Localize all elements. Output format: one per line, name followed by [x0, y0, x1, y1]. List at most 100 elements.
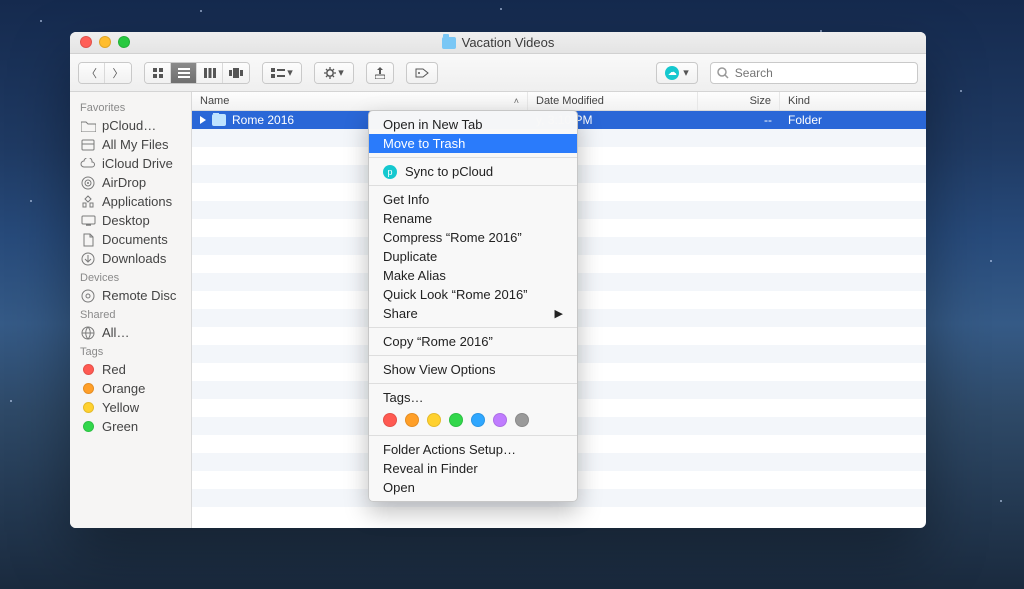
context-menu-item[interactable]: Open in New Tab [369, 115, 577, 134]
sidebar-item[interactable]: Remote Disc [70, 286, 191, 305]
pcloud-toolbar-button[interactable]: ☁ ▾ [656, 62, 698, 84]
context-menu-label: Open in New Tab [383, 117, 483, 132]
sidebar-item[interactable]: All My Files [70, 135, 191, 154]
context-menu-label: Rename [383, 211, 432, 226]
icon-view-icon [152, 67, 164, 79]
column-header-kind[interactable]: Kind [780, 92, 926, 110]
sidebar-item-label: Orange [102, 381, 145, 396]
sidebar-item[interactable]: pCloud… [70, 116, 191, 135]
context-menu-label: Duplicate [383, 249, 437, 264]
disclosure-triangle-icon[interactable] [200, 116, 206, 124]
arrange-icon [271, 68, 285, 78]
sort-ascending-icon: ˄ [514, 96, 519, 106]
sidebar-section-header: Favorites [70, 98, 191, 116]
pcloud-icon: ☁ [665, 66, 679, 80]
search-field[interactable] [710, 62, 918, 84]
sidebar-item-label: Remote Disc [102, 288, 176, 303]
context-menu-item[interactable]: Rename [369, 209, 577, 228]
coverflow-view-icon [229, 68, 243, 78]
column-view-icon [204, 68, 216, 78]
forward-button[interactable]: 〉 [105, 63, 131, 83]
allfiles-icon [80, 138, 96, 152]
column-header-date[interactable]: Date Modified [528, 92, 698, 110]
view-coverflow-button[interactable] [223, 63, 249, 83]
tag-color-swatch[interactable] [493, 413, 507, 427]
chevron-down-icon: ▾ [683, 66, 689, 79]
sidebar-item-label: pCloud… [102, 118, 156, 133]
tag-icon [415, 68, 429, 78]
context-menu-item[interactable]: Open [369, 478, 577, 497]
tag-icon [80, 382, 96, 396]
sidebar-item-label: All My Files [102, 137, 168, 152]
back-button[interactable]: 〈 [79, 63, 105, 83]
sidebar-item[interactable]: All… [70, 323, 191, 342]
view-columns-button[interactable] [197, 63, 223, 83]
sidebar-section-header: Tags [70, 342, 191, 360]
arrange-button[interactable]: ▾ [263, 63, 301, 83]
column-header-size[interactable]: Size [698, 92, 780, 110]
chevron-down-icon: ▾ [338, 66, 344, 79]
view-list-button[interactable] [171, 63, 197, 83]
sidebar-item-label: Desktop [102, 213, 150, 228]
column-header-name[interactable]: Name ˄ [192, 92, 528, 110]
zoom-window-button[interactable] [118, 36, 130, 48]
sidebar-item-label: Applications [102, 194, 172, 209]
disc-icon [80, 289, 96, 303]
tags-button[interactable] [406, 62, 438, 84]
context-menu-item[interactable]: Copy “Rome 2016” [369, 332, 577, 351]
tag-color-swatch[interactable] [405, 413, 419, 427]
sidebar-item[interactable]: Desktop [70, 211, 191, 230]
context-menu-item[interactable]: Share▶ [369, 304, 577, 323]
toolbar: 〈 〉 ▾ ▾ [70, 54, 926, 92]
titlebar: Vacation Videos [70, 32, 926, 54]
context-menu-label: Share [383, 306, 418, 321]
sidebar-item[interactable]: AirDrop [70, 173, 191, 192]
search-icon [717, 67, 729, 79]
minimize-window-button[interactable] [99, 36, 111, 48]
tag-color-swatch[interactable] [383, 413, 397, 427]
documents-icon [80, 233, 96, 247]
context-menu-item[interactable]: Move to Trash [369, 134, 577, 153]
context-menu-label: Quick Look “Rome 2016” [383, 287, 528, 302]
tag-color-swatch[interactable] [515, 413, 529, 427]
globe-icon [80, 326, 96, 340]
sidebar-item-label: iCloud Drive [102, 156, 173, 171]
context-menu-item[interactable]: Make Alias [369, 266, 577, 285]
chevron-right-icon: 〉 [113, 65, 124, 81]
view-mode-segment [144, 62, 250, 84]
pcloud-icon: p [383, 165, 397, 179]
sidebar-item[interactable]: Orange [70, 379, 191, 398]
sidebar-item[interactable]: Downloads [70, 249, 191, 268]
sidebar-item[interactable]: Yellow [70, 398, 191, 417]
view-icon-button[interactable] [145, 63, 171, 83]
tag-color-swatch[interactable] [471, 413, 485, 427]
sidebar-item[interactable]: Green [70, 417, 191, 436]
share-button[interactable] [366, 62, 394, 84]
context-menu-item[interactable]: pSync to pCloud [369, 162, 577, 181]
chevron-left-icon: 〈 [86, 65, 97, 81]
table-row[interactable] [192, 507, 926, 525]
context-menu-item[interactable]: Duplicate [369, 247, 577, 266]
context-menu-label: Folder Actions Setup… [383, 442, 516, 457]
context-menu-item[interactable]: Tags… [369, 388, 577, 407]
action-button[interactable]: ▾ [315, 63, 353, 83]
sidebar-item-label: Red [102, 362, 126, 377]
tag-color-swatch[interactable] [427, 413, 441, 427]
file-size: -- [698, 113, 780, 127]
tag-color-swatch[interactable] [449, 413, 463, 427]
sidebar-item[interactable]: Red [70, 360, 191, 379]
context-menu-item[interactable]: Reveal in Finder [369, 459, 577, 478]
sidebar-item[interactable]: Documents [70, 230, 191, 249]
column-header-row: Name ˄ Date Modified Size Kind [192, 92, 926, 111]
context-menu-item[interactable]: Get Info [369, 190, 577, 209]
context-menu-item[interactable]: Show View Options [369, 360, 577, 379]
context-menu-item[interactable]: Folder Actions Setup… [369, 440, 577, 459]
desktop-icon [80, 214, 96, 228]
search-input[interactable] [735, 66, 911, 80]
context-menu-item[interactable]: Quick Look “Rome 2016” [369, 285, 577, 304]
window-controls [80, 36, 130, 48]
sidebar-item[interactable]: iCloud Drive [70, 154, 191, 173]
close-window-button[interactable] [80, 36, 92, 48]
sidebar-item[interactable]: Applications [70, 192, 191, 211]
context-menu-item[interactable]: Compress “Rome 2016” [369, 228, 577, 247]
